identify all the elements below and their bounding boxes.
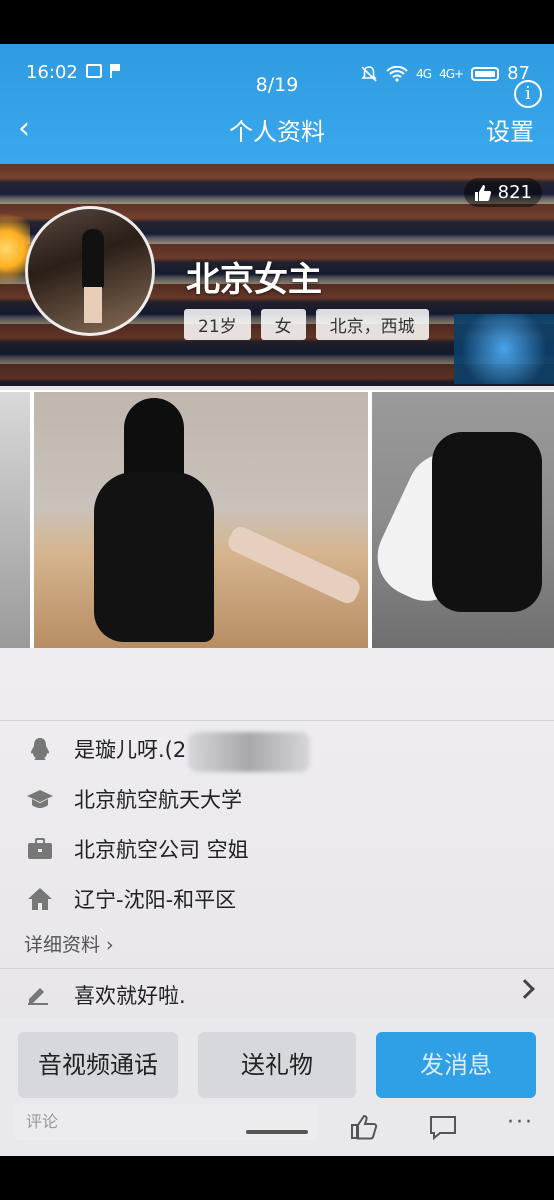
send-gift-button[interactable]: 送礼物 bbox=[198, 1032, 356, 1098]
briefcase-icon bbox=[28, 838, 52, 859]
comment-icon[interactable] bbox=[428, 1114, 458, 1140]
detail-info-link[interactable]: 详细资料 › bbox=[24, 930, 114, 957]
bottom-action-bar: 音视频通话 送礼物 发消息 评论 ··· bbox=[0, 1018, 554, 1156]
info-row-school: 北京航空航天大学 bbox=[0, 774, 554, 824]
tag-age: 21岁 bbox=[184, 309, 251, 340]
top-bar: 16:02 4G 4G+ 87 8/19 i ‹ 个人资料 设置 bbox=[0, 44, 554, 164]
like-count: 821 bbox=[497, 182, 532, 203]
av-call-button[interactable]: 音视频通话 bbox=[18, 1032, 178, 1098]
info-row-job: 北京航空公司 空姐 bbox=[0, 824, 554, 874]
divider bbox=[0, 720, 554, 721]
photo-body bbox=[432, 432, 542, 612]
photo-counter: 8/19 bbox=[255, 74, 299, 96]
signature-row[interactable]: 喜欢就好啦. bbox=[0, 970, 554, 1020]
pencil-icon bbox=[28, 988, 48, 1005]
graduation-cap-icon bbox=[27, 790, 53, 808]
thumbs-up-icon bbox=[474, 184, 491, 201]
like-counter[interactable]: 821 bbox=[463, 178, 542, 207]
cover-lamp-decoration bbox=[0, 194, 30, 304]
avatar-legs bbox=[84, 287, 102, 323]
home-indicator[interactable] bbox=[246, 1130, 308, 1134]
profile-tags: 21岁 女 北京，西城 bbox=[184, 309, 429, 340]
penguin-icon bbox=[31, 738, 49, 760]
photo-thumbnail[interactable] bbox=[0, 392, 30, 648]
more-options-icon[interactable]: ··· bbox=[507, 1110, 534, 1135]
redacted-blur bbox=[188, 732, 310, 772]
tag-gender: 女 bbox=[260, 309, 306, 340]
profile-name: 北京女主 bbox=[186, 260, 322, 300]
comment-input[interactable]: 评论 bbox=[14, 1104, 318, 1140]
cover-screen-decoration bbox=[454, 314, 554, 384]
profile-info-section: 是璇儿呀.(2 北京航空航天大学 北京航空公司 空姐 辽宁-沈阳-和平区 详细资… bbox=[0, 648, 554, 1020]
info-row-hometown: 辽宁-沈阳-和平区 bbox=[0, 874, 554, 924]
info-row-nickname[interactable]: 是璇儿呀.(2 bbox=[0, 724, 554, 774]
avatar-figure bbox=[82, 229, 104, 289]
hometown-text: 辽宁-沈阳-和平区 bbox=[74, 888, 237, 912]
job-text: 北京航空公司 空姐 bbox=[74, 838, 249, 862]
app-screen: 16:02 4G 4G+ 87 8/19 i ‹ 个人资料 设置 821 北京女… bbox=[0, 44, 554, 1156]
tag-location: 北京，西城 bbox=[315, 309, 429, 340]
send-message-button[interactable]: 发消息 bbox=[376, 1032, 536, 1098]
photo-strip bbox=[0, 390, 554, 648]
home-icon bbox=[28, 888, 52, 910]
photo-thumbnail[interactable] bbox=[34, 392, 368, 648]
divider bbox=[0, 968, 554, 969]
chevron-right-icon bbox=[515, 979, 535, 999]
nickname-text: 是璇儿呀.(2 bbox=[74, 738, 187, 762]
signature-text: 喜欢就好啦. bbox=[74, 984, 186, 1008]
photo-thumbnail[interactable] bbox=[364, 392, 554, 648]
settings-button[interactable]: 设置 bbox=[486, 112, 534, 147]
like-icon[interactable] bbox=[350, 1114, 380, 1140]
page-title: 个人资料 bbox=[229, 118, 325, 146]
photo-dress bbox=[94, 472, 214, 642]
info-icon[interactable]: i bbox=[514, 80, 542, 108]
photo-leg bbox=[225, 523, 363, 607]
profile-cover[interactable]: 821 北京女主 21岁 女 北京，西城 bbox=[0, 164, 554, 386]
school-text: 北京航空航天大学 bbox=[74, 788, 242, 812]
avatar[interactable] bbox=[25, 206, 155, 336]
